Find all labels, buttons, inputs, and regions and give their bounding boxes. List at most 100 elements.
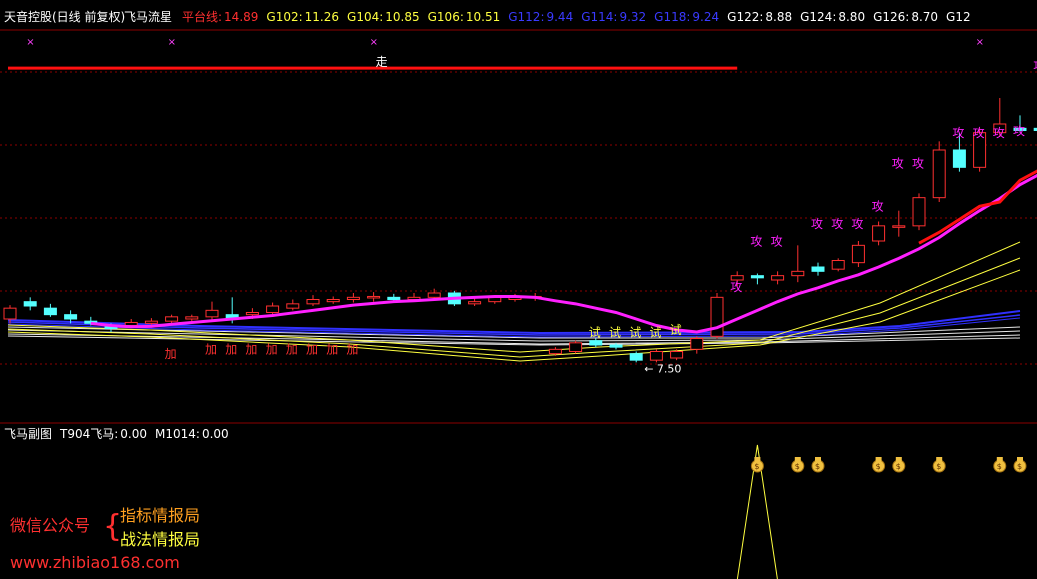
candle (771, 271, 785, 285)
svg-text:$: $ (1017, 462, 1022, 471)
signal-label: 攻 (771, 234, 783, 248)
svg-text:$: $ (936, 462, 941, 471)
money-bag-icon: $ (1013, 457, 1027, 473)
platform-label: 走 (376, 55, 388, 69)
sub-chart: $ $ $ $ $ $ $ $ (736, 444, 1027, 579)
svg-text:$: $ (815, 462, 820, 471)
signal-label: 加 (346, 343, 358, 357)
svg-text:$: $ (876, 462, 881, 471)
signal-label: 试 (589, 324, 601, 339)
signal-label: 攻 (1033, 59, 1037, 73)
signal-label: 攻 (912, 156, 924, 170)
signal-label: 攻 (831, 217, 843, 231)
candle (932, 141, 946, 202)
stock-title: 天音控股(日线 前复权) (4, 9, 125, 24)
money-bag-icon: $ (791, 457, 805, 473)
candle (649, 349, 663, 363)
signal-label: 攻 (872, 200, 884, 214)
signal-label: 加 (266, 343, 278, 357)
candle (710, 293, 724, 339)
candle (326, 296, 340, 304)
header-item-value: 9.44 (546, 10, 573, 24)
watermark-line1: 微信公众号 (10, 516, 90, 535)
header-item-value: 10.85 (385, 10, 419, 24)
header: 天音控股(日线 前复权) 飞马流星 平台线: 14.89 G102: 11.26 G10… (4, 9, 971, 24)
sub-title: 飞马副图 (4, 427, 52, 441)
header-item-value: 14.89 (224, 10, 258, 24)
candle (851, 241, 865, 267)
indicator-name: 飞马流星 (124, 10, 172, 24)
signal-label: 攻 (750, 234, 762, 248)
kline-chart[interactable]: 天音控股(日线 前复权) 飞马流星 平台线: 14.89 G102: 11.26 G10… (0, 0, 1037, 579)
signal-label: 加 (326, 343, 338, 357)
candle (205, 301, 219, 322)
signal-label: 攻 (952, 126, 964, 140)
candle (468, 298, 482, 306)
candle (165, 314, 179, 324)
candle (872, 221, 886, 246)
svg-text:$: $ (896, 462, 901, 471)
money-bag-icon: $ (993, 457, 1007, 473)
header-item-value: 9.24 (692, 10, 719, 24)
header-item-label: G12 (946, 10, 971, 24)
header-item-label: G126: (873, 10, 909, 24)
signal-label: 攻 (993, 126, 1005, 140)
min-price-label: ← 7.50 (644, 362, 681, 375)
candle (912, 193, 926, 231)
signal-labels: 加加加加加加加加加试试试试试攻攻攻攻攻攻攻攻攻攻攻攻攻攻 (165, 59, 1037, 361)
candle (346, 293, 360, 303)
top-mark: × (26, 37, 34, 48)
signal-label: 攻 (1013, 124, 1025, 138)
watermark-url: www.zhibiao168.com (10, 553, 180, 572)
header-item-value: 11.26 (305, 10, 339, 24)
candle (811, 262, 825, 276)
header-item-label: G102: (266, 10, 302, 24)
sub-values: T904飞马: 0.00 M1014: 0.00 (59, 427, 229, 441)
signal-label: 试 (609, 324, 621, 339)
header-values: 平台线: 14.89 G102: 11.26 G104: 10.85 G106: 10.51 G… (182, 9, 971, 24)
candle (690, 336, 704, 354)
header-item-label: T904飞马: (59, 427, 118, 441)
header-item-label: G122: (727, 10, 763, 24)
candle (23, 297, 37, 311)
top-mark: × (976, 37, 984, 48)
header-item-value: 0.00 (202, 427, 229, 441)
header-item-value: 0.00 (120, 427, 147, 441)
signal-label: 攻 (973, 126, 985, 140)
candle (286, 299, 300, 311)
signal-label: 试 (649, 324, 661, 339)
ma-line (90, 173, 1037, 334)
watermark-line2a: 指标情报局 (120, 506, 200, 525)
sub-header: 飞马副图 T904飞马: 0.00 M1014: 0.00 (4, 427, 229, 441)
money-bag-icon: $ (892, 457, 906, 473)
signal-label: 攻 (730, 280, 742, 294)
candle (43, 303, 57, 317)
header-item-value: 8.88 (765, 10, 792, 24)
header-item-value: 8.70 (911, 10, 938, 24)
signal-label: 加 (205, 343, 217, 357)
signal-label: 加 (225, 343, 237, 357)
signal-label: 试 (629, 324, 641, 339)
candle (569, 340, 583, 354)
top-mark: × (370, 37, 378, 48)
header-item-value: 10.51 (466, 10, 500, 24)
money-bag-icon: $ (811, 457, 825, 473)
top-marks: × × × × (26, 37, 984, 48)
candle (791, 245, 805, 283)
signal-label: 攻 (851, 217, 863, 231)
signal-label: 试 (670, 322, 682, 337)
header-item-value: 9.32 (619, 10, 646, 24)
candle (750, 273, 764, 285)
watermark-line2b: 战法情报局 (120, 530, 200, 549)
money-bag-icon: $ (750, 457, 764, 473)
candlesticks (3, 98, 1037, 363)
candle (831, 258, 845, 272)
header-item-label: 平台线: (182, 9, 222, 24)
signal-label: 加 (286, 343, 298, 357)
signal-label: 加 (165, 347, 177, 361)
candle (306, 295, 320, 306)
candle (892, 210, 906, 237)
candle (589, 338, 603, 348)
header-item-label: G124: (800, 10, 836, 24)
signal-label: 加 (245, 343, 257, 357)
